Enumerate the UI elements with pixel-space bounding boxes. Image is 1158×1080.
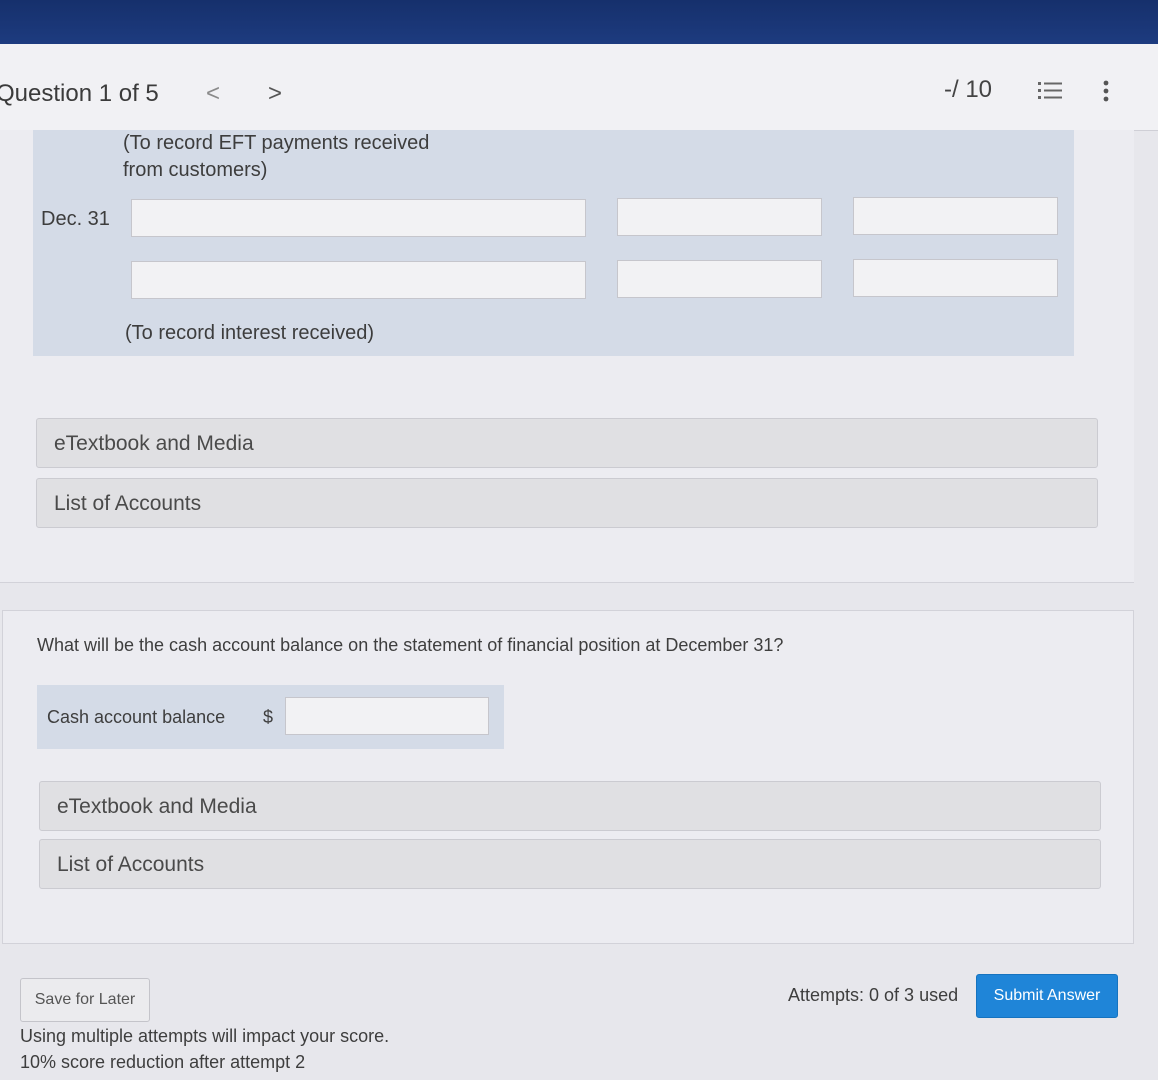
list-of-accounts-label: List of Accounts [54, 492, 202, 515]
attempts-warning: Using multiple attempts will impact your… [20, 1026, 390, 1046]
previous-entry-explanation: (To record EFT payments received from cu… [123, 130, 429, 184]
etextbook-media-label-2: eTextbook and Media [57, 795, 257, 818]
cash-balance-row: Cash account balance $ [37, 685, 504, 749]
save-for-later-button[interactable]: Save for Later [20, 978, 150, 1022]
account-title-input-1[interactable] [131, 199, 586, 237]
etextbook-media-link-2[interactable]: eTextbook and Media [39, 781, 1101, 831]
currency-symbol: $ [263, 707, 274, 727]
attempts-counter: Attempts: 0 of 3 used [788, 985, 959, 1005]
question-list-icon[interactable] [1036, 78, 1064, 106]
previous-entry-explanation-line2: from customers) [123, 159, 268, 181]
cash-balance-input[interactable] [285, 697, 489, 735]
entry-date: Dec. 31 [41, 208, 110, 230]
question-text: What will be the cash account balance on… [37, 635, 784, 655]
submit-answer-button[interactable]: Submit Answer [976, 974, 1118, 1018]
question-counter: Question 1 of 5 [0, 80, 159, 107]
credit-input-2[interactable] [853, 259, 1058, 297]
question-header: Question 1 of 5 < > -/ 10 [0, 44, 1158, 131]
score-reduction-note: 10% score reduction after attempt 2 [20, 1052, 306, 1072]
etextbook-media-label: eTextbook and Media [54, 432, 254, 455]
cash-balance-label: Cash account balance [47, 707, 226, 727]
previous-entry-explanation-line1: (To record EFT payments received [123, 132, 430, 154]
debit-input-2[interactable] [617, 260, 822, 298]
credit-input-1[interactable] [853, 197, 1058, 235]
journal-entry-table: (To record EFT payments received from cu… [33, 130, 1074, 356]
next-question-button[interactable]: > [268, 80, 282, 108]
list-of-accounts-label-2: List of Accounts [57, 853, 205, 876]
score-display: -/ 10 [944, 76, 993, 103]
list-of-accounts-link[interactable]: List of Accounts [36, 478, 1098, 528]
cash-balance-panel: What will be the cash account balance on… [2, 610, 1134, 944]
account-title-input-2[interactable] [131, 261, 586, 299]
etextbook-media-link[interactable]: eTextbook and Media [36, 418, 1098, 468]
more-options-icon[interactable] [1096, 76, 1116, 106]
entry-explanation: (To record interest received) [125, 322, 374, 344]
top-bar [0, 0, 1158, 44]
debit-input-1[interactable] [617, 198, 822, 236]
previous-question-button[interactable]: < [206, 80, 220, 108]
journal-entry-panel: (To record EFT payments received from cu… [0, 130, 1134, 583]
list-of-accounts-link-2[interactable]: List of Accounts [39, 839, 1101, 889]
